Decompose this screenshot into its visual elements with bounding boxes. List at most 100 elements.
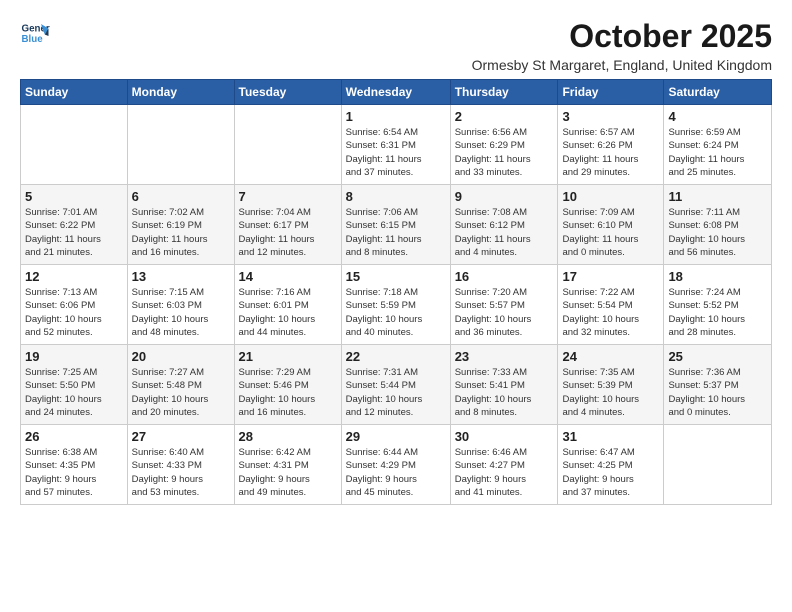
table-row: 25Sunrise: 7:36 AM Sunset: 5:37 PM Dayli… xyxy=(664,345,772,425)
table-row: 12 Sunrise: 7:13 AM Sunset: 6:06 PM Dayli… xyxy=(21,265,128,345)
table-row: 11 Sunrise: 7:11 AM Sunset: 6:08 PM Dayli… xyxy=(664,185,772,265)
day-info: Sunrise: 7:08 AM Sunset: 6:12 PM Dayligh… xyxy=(455,206,554,259)
table-row: 19 Sunrise: 7:25 AM Sunset: 5:50 PM Dayli… xyxy=(21,345,128,425)
day-number: 25 xyxy=(668,349,767,364)
day-info: Sunrise: 6:44 AM Sunset: 4:29 PM Dayligh… xyxy=(346,446,446,499)
table-row: 14 Sunrise: 7:16 AM Sunset: 6:01 PM Dayli… xyxy=(234,265,341,345)
day-info: Sunrise: 7:18 AM Sunset: 5:59 PM Dayligh… xyxy=(346,286,446,339)
day-info: Sunrise: 6:38 AM Sunset: 4:35 PM Dayligh… xyxy=(25,446,123,499)
day-info: Sunrise: 7:04 AM Sunset: 6:17 PM Dayligh… xyxy=(239,206,337,259)
day-number: 11 xyxy=(668,189,767,204)
table-row xyxy=(664,425,772,505)
logo: General Blue xyxy=(20,18,50,48)
table-row: 23 Sunrise: 7:33 AM Sunset: 5:41 PM Dayli… xyxy=(450,345,558,425)
day-number: 28 xyxy=(239,429,337,444)
day-number: 9 xyxy=(455,189,554,204)
day-number: 6 xyxy=(132,189,230,204)
location: Ormesby St Margaret, England, United Kin… xyxy=(472,57,772,73)
table-row: 24 Sunrise: 7:35 AM Sunset: 5:39 PM Dayli… xyxy=(558,345,664,425)
table-row: 26 Sunrise: 6:38 AM Sunset: 4:35 PM Dayli… xyxy=(21,425,128,505)
day-info: Sunrise: 6:47 AM Sunset: 4:25 PM Dayligh… xyxy=(562,446,659,499)
table-row: 2 Sunrise: 6:56 AM Sunset: 6:29 PM Daylig… xyxy=(450,105,558,185)
day-info: Sunrise: 7:06 AM Sunset: 6:15 PM Dayligh… xyxy=(346,206,446,259)
table-row: 16 Sunrise: 7:20 AM Sunset: 5:57 PM Dayli… xyxy=(450,265,558,345)
day-number: 3 xyxy=(562,109,659,124)
calendar-week-row: 12 Sunrise: 7:13 AM Sunset: 6:06 PM Dayli… xyxy=(21,265,772,345)
day-number: 7 xyxy=(239,189,337,204)
day-info: Sunrise: 7:35 AM Sunset: 5:39 PM Dayligh… xyxy=(562,366,659,419)
day-number: 12 xyxy=(25,269,123,284)
day-number: 16 xyxy=(455,269,554,284)
day-info: Sunrise: 7:24 AM Sunset: 5:52 PM Dayligh… xyxy=(668,286,767,339)
day-info: Sunrise: 6:56 AM Sunset: 6:29 PM Dayligh… xyxy=(455,126,554,179)
day-number: 10 xyxy=(562,189,659,204)
day-number: 27 xyxy=(132,429,230,444)
table-row: 20Sunrise: 7:27 AM Sunset: 5:48 PM Dayli… xyxy=(127,345,234,425)
day-number: 13 xyxy=(132,269,230,284)
title-block: October 2025 Ormesby St Margaret, Englan… xyxy=(472,18,772,73)
day-number: 20 xyxy=(132,349,230,364)
col-tuesday: Tuesday xyxy=(234,80,341,105)
day-number: 30 xyxy=(455,429,554,444)
table-row xyxy=(21,105,128,185)
table-row: 13Sunrise: 7:15 AM Sunset: 6:03 PM Dayli… xyxy=(127,265,234,345)
col-friday: Friday xyxy=(558,80,664,105)
logo-icon: General Blue xyxy=(20,18,50,48)
table-row: 28 Sunrise: 6:42 AM Sunset: 4:31 PM Dayli… xyxy=(234,425,341,505)
day-info: Sunrise: 7:31 AM Sunset: 5:44 PM Dayligh… xyxy=(346,366,446,419)
table-row: 4 Sunrise: 6:59 AM Sunset: 6:24 PM Daylig… xyxy=(664,105,772,185)
day-info: Sunrise: 7:13 AM Sunset: 6:06 PM Dayligh… xyxy=(25,286,123,339)
day-number: 24 xyxy=(562,349,659,364)
day-info: Sunrise: 6:46 AM Sunset: 4:27 PM Dayligh… xyxy=(455,446,554,499)
col-saturday: Saturday xyxy=(664,80,772,105)
day-info: Sunrise: 7:20 AM Sunset: 5:57 PM Dayligh… xyxy=(455,286,554,339)
day-info: Sunrise: 7:29 AM Sunset: 5:46 PM Dayligh… xyxy=(239,366,337,419)
day-info: Sunrise: 6:59 AM Sunset: 6:24 PM Dayligh… xyxy=(668,126,767,179)
day-number: 22 xyxy=(346,349,446,364)
day-number: 31 xyxy=(562,429,659,444)
day-number: 15 xyxy=(346,269,446,284)
day-info: Sunrise: 7:02 AM Sunset: 6:19 PM Dayligh… xyxy=(132,206,230,259)
col-wednesday: Wednesday xyxy=(341,80,450,105)
table-row: 21 Sunrise: 7:29 AM Sunset: 5:46 PM Dayli… xyxy=(234,345,341,425)
table-row: 7 Sunrise: 7:04 AM Sunset: 6:17 PM Daylig… xyxy=(234,185,341,265)
day-number: 5 xyxy=(25,189,123,204)
day-number: 4 xyxy=(668,109,767,124)
table-row: 15 Sunrise: 7:18 AM Sunset: 5:59 PM Dayli… xyxy=(341,265,450,345)
table-row: 8 Sunrise: 7:06 AM Sunset: 6:15 PM Daylig… xyxy=(341,185,450,265)
col-thursday: Thursday xyxy=(450,80,558,105)
table-row xyxy=(127,105,234,185)
table-row: 6 Sunrise: 7:02 AM Sunset: 6:19 PM Daylig… xyxy=(127,185,234,265)
col-monday: Monday xyxy=(127,80,234,105)
day-number: 1 xyxy=(346,109,446,124)
table-row: 30 Sunrise: 6:46 AM Sunset: 4:27 PM Dayli… xyxy=(450,425,558,505)
table-row: 3 Sunrise: 6:57 AM Sunset: 6:26 PM Daylig… xyxy=(558,105,664,185)
calendar-table: Sunday Monday Tuesday Wednesday Thursday… xyxy=(20,79,772,505)
day-number: 14 xyxy=(239,269,337,284)
day-number: 21 xyxy=(239,349,337,364)
day-info: Sunrise: 6:57 AM Sunset: 6:26 PM Dayligh… xyxy=(562,126,659,179)
day-number: 23 xyxy=(455,349,554,364)
day-info: Sunrise: 7:25 AM Sunset: 5:50 PM Dayligh… xyxy=(25,366,123,419)
day-info: Sunrise: 6:54 AM Sunset: 6:31 PM Dayligh… xyxy=(346,126,446,179)
day-info: Sunrise: 7:11 AM Sunset: 6:08 PM Dayligh… xyxy=(668,206,767,259)
page: General Blue October 2025 Ormesby St Mar… xyxy=(0,0,792,515)
table-row xyxy=(234,105,341,185)
calendar-header-row: Sunday Monday Tuesday Wednesday Thursday… xyxy=(21,80,772,105)
day-info: Sunrise: 6:42 AM Sunset: 4:31 PM Dayligh… xyxy=(239,446,337,499)
table-row: 18Sunrise: 7:24 AM Sunset: 5:52 PM Dayli… xyxy=(664,265,772,345)
day-info: Sunrise: 7:33 AM Sunset: 5:41 PM Dayligh… xyxy=(455,366,554,419)
day-number: 17 xyxy=(562,269,659,284)
day-number: 8 xyxy=(346,189,446,204)
day-number: 19 xyxy=(25,349,123,364)
month-title: October 2025 xyxy=(472,18,772,55)
calendar-week-row: 26 Sunrise: 6:38 AM Sunset: 4:35 PM Dayli… xyxy=(21,425,772,505)
table-row: 9 Sunrise: 7:08 AM Sunset: 6:12 PM Daylig… xyxy=(450,185,558,265)
day-info: Sunrise: 7:16 AM Sunset: 6:01 PM Dayligh… xyxy=(239,286,337,339)
svg-text:Blue: Blue xyxy=(22,34,44,45)
day-number: 2 xyxy=(455,109,554,124)
table-row: 27Sunrise: 6:40 AM Sunset: 4:33 PM Dayli… xyxy=(127,425,234,505)
day-number: 26 xyxy=(25,429,123,444)
calendar-week-row: 1 Sunrise: 6:54 AM Sunset: 6:31 PM Daylig… xyxy=(21,105,772,185)
table-row: 29Sunrise: 6:44 AM Sunset: 4:29 PM Dayli… xyxy=(341,425,450,505)
